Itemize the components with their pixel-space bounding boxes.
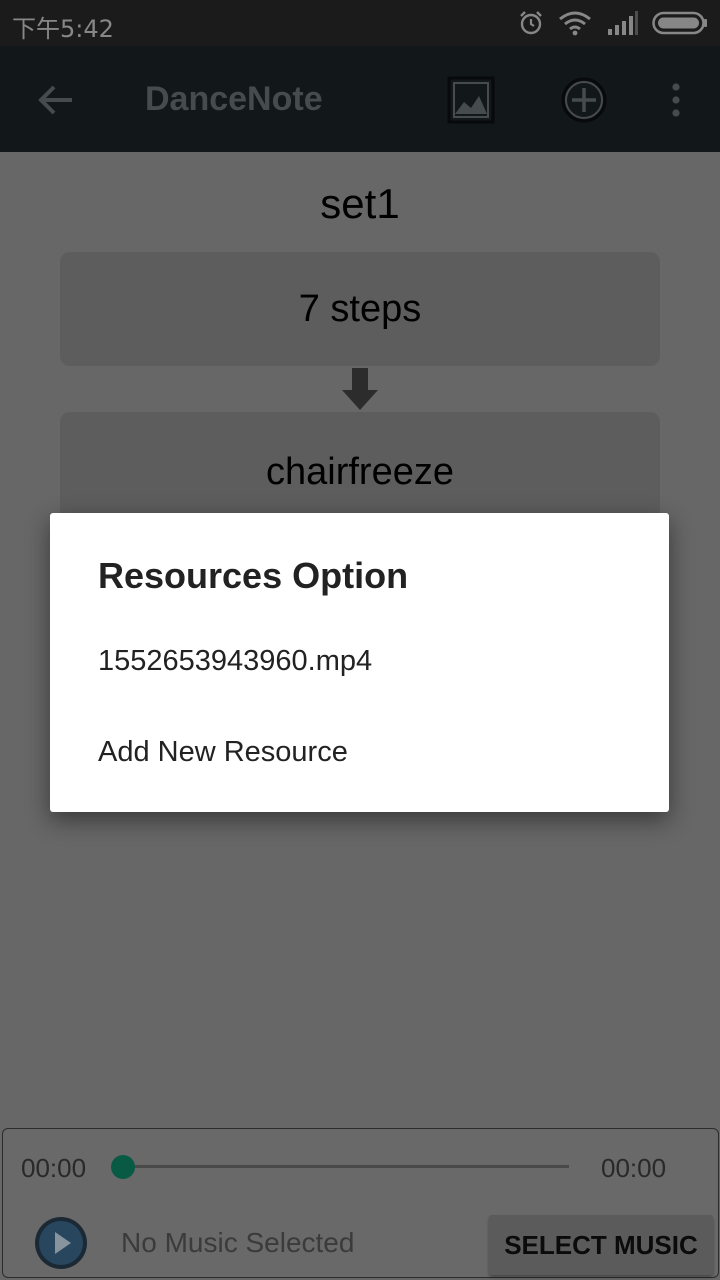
resources-dialog: Resources Option 1552653943960.mp4 Add N… [50, 513, 669, 812]
dialog-title: Resources Option [98, 555, 409, 596]
dialog-item-resource-file[interactable]: 1552653943960.mp4 [50, 618, 669, 704]
dialog-item-add-resource[interactable]: Add New Resource [50, 709, 669, 795]
